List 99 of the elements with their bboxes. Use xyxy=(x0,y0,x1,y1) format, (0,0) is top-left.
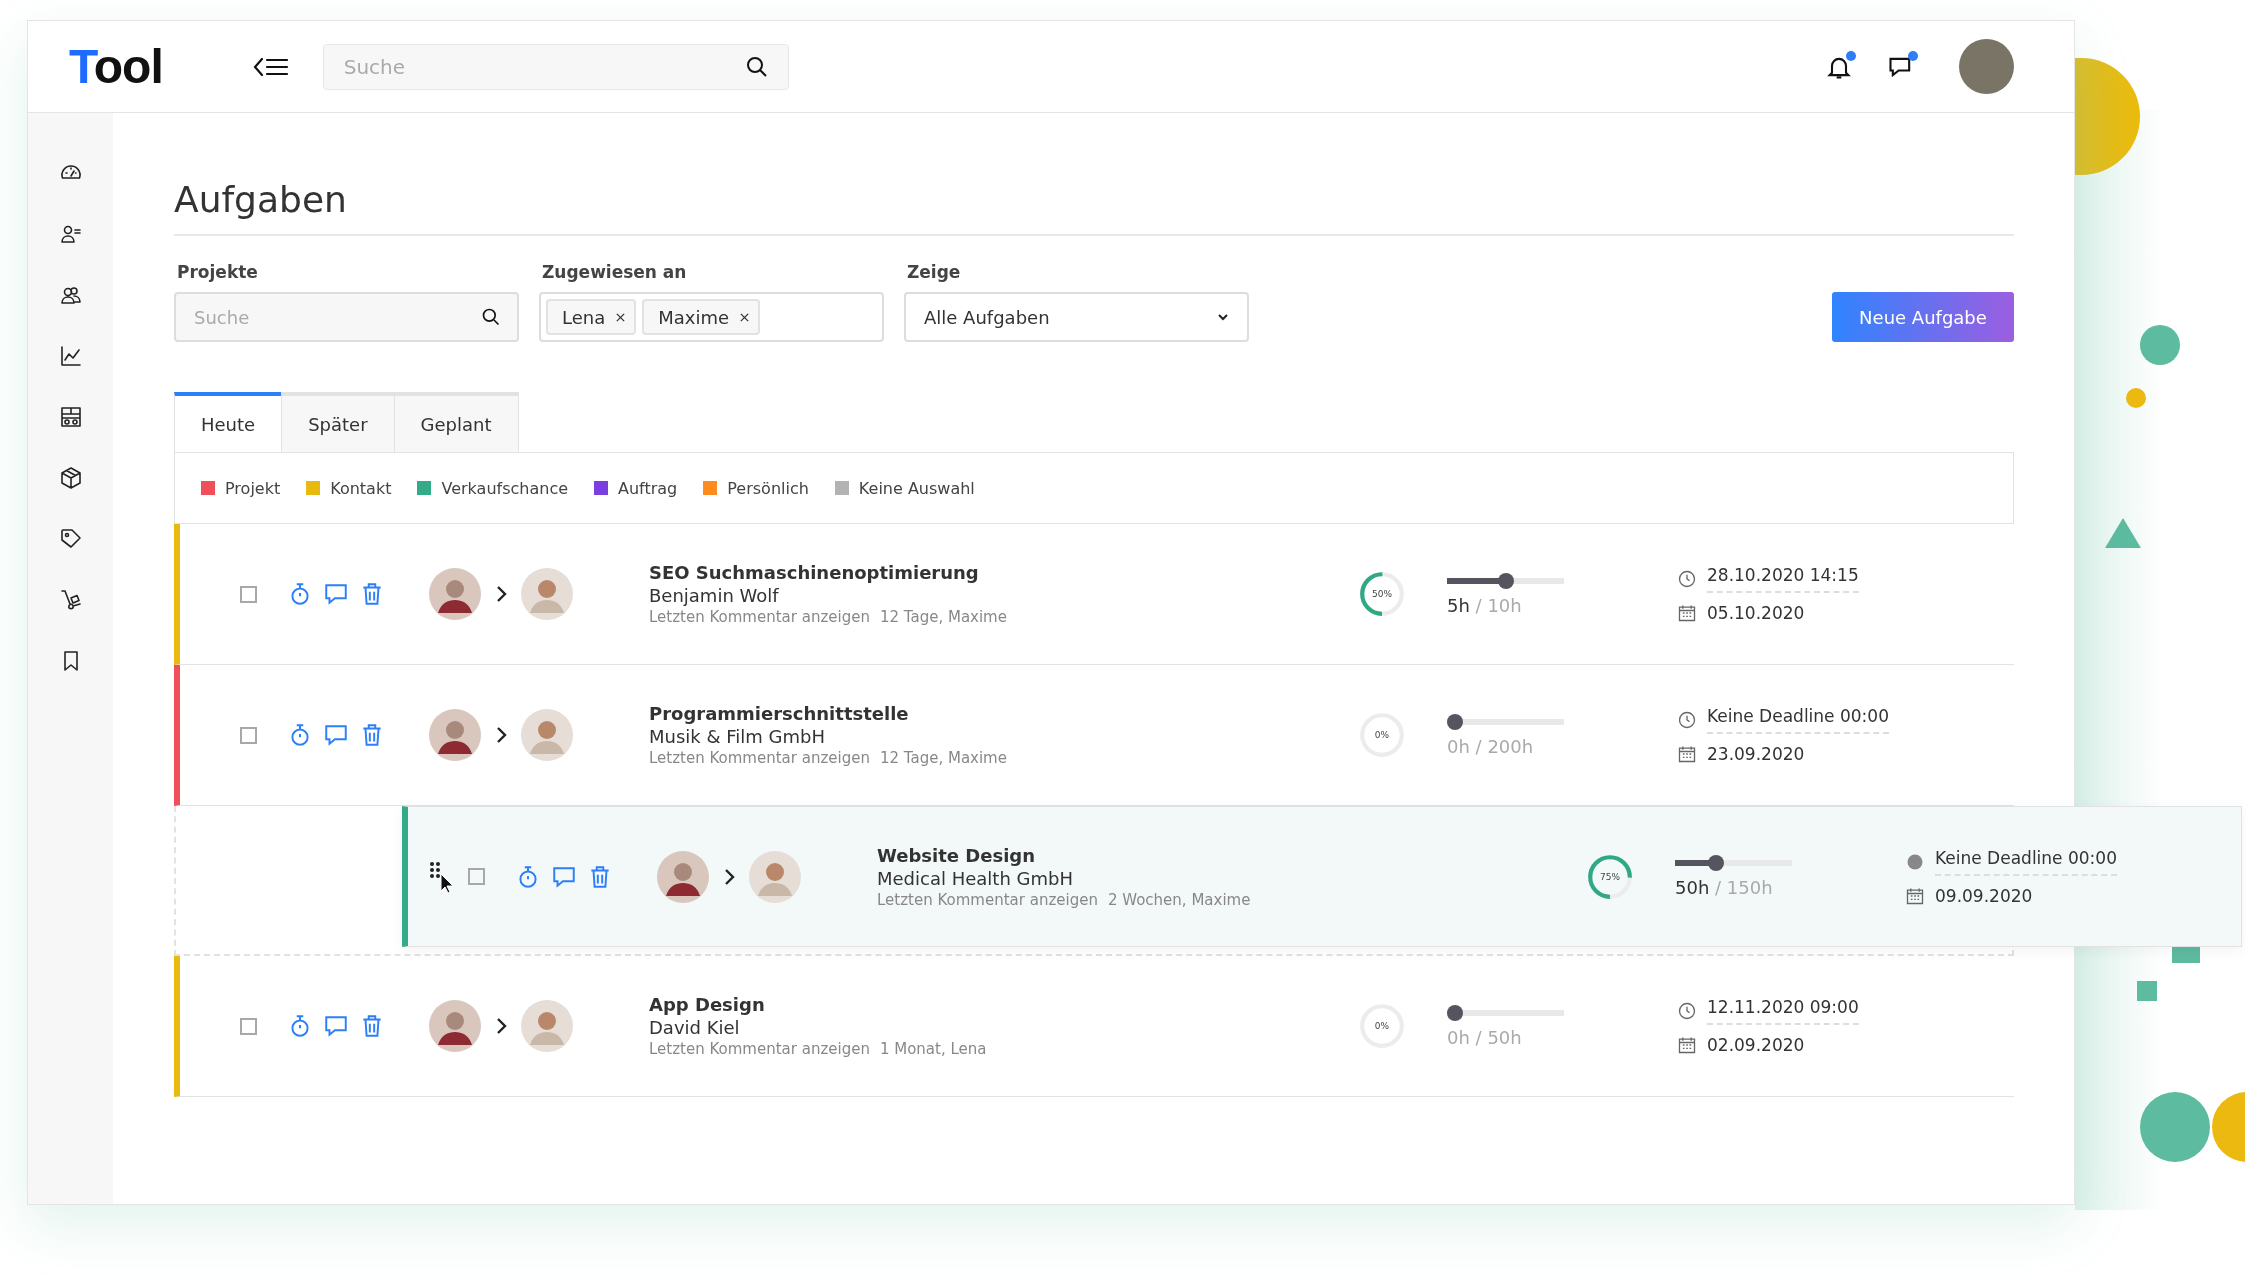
hours-slider[interactable] xyxy=(1447,572,1564,589)
avatar xyxy=(429,568,481,620)
close-icon[interactable] xyxy=(615,311,627,323)
avatar xyxy=(429,709,481,761)
progress-ring xyxy=(1357,569,1407,619)
hours-text: 0h / 200h xyxy=(1447,735,1535,757)
chevron-right-icon xyxy=(495,1016,507,1036)
chevron-right-icon xyxy=(495,725,507,745)
hours-slider[interactable] xyxy=(1447,1004,1564,1021)
line-chart-icon[interactable] xyxy=(58,344,83,368)
task-title[interactable]: SEO Suchmaschinenoptimierung xyxy=(649,562,1357,583)
comment-meta: 12 Tage, Maxime xyxy=(879,608,1007,626)
date-text: 02.09.2020 xyxy=(1707,1035,1805,1055)
comment-link[interactable]: Letzten Kommentar anzeigen xyxy=(649,1040,870,1058)
comment-link[interactable]: Letzten Kommentar anzeigen xyxy=(649,749,870,767)
avatar xyxy=(521,1000,573,1052)
task-checkbox[interactable] xyxy=(240,1017,257,1035)
avatar xyxy=(657,850,709,903)
progress-label: 0% xyxy=(1374,730,1390,740)
cube-icon[interactable] xyxy=(58,466,83,490)
legend-label: Verkaufschance xyxy=(441,478,568,498)
task-title[interactable]: Programmierschnittstelle xyxy=(649,703,1357,724)
logo[interactable]: Tool xyxy=(69,39,163,94)
tag-icon[interactable] xyxy=(58,527,83,551)
drag-handle-cursor-icon[interactable] xyxy=(428,860,452,893)
show-dropdown[interactable]: Alle Aufgaben xyxy=(904,292,1249,342)
task-client: Benjamin Wolf xyxy=(649,585,780,606)
calendar-icon xyxy=(1677,1035,1697,1055)
comment-icon[interactable] xyxy=(323,722,349,748)
clock-icon xyxy=(1677,710,1697,730)
legend-label: Projekt xyxy=(225,478,281,498)
deadline-text[interactable]: Keine Deadline 00:00 xyxy=(1707,706,1889,734)
decorative-square xyxy=(2137,981,2157,1001)
date-text: 09.09.2020 xyxy=(1935,885,2033,906)
assignee-chip[interactable]: Lena xyxy=(546,299,637,335)
task-checkbox[interactable] xyxy=(240,726,257,744)
progress-label: 0% xyxy=(1374,1021,1390,1031)
progress-label: 50% xyxy=(1372,589,1392,599)
hours-text: 50h / 150h xyxy=(1675,877,1774,898)
avatar xyxy=(521,568,573,620)
new-task-button[interactable]: Neue Aufgabe xyxy=(1832,292,2014,342)
dragged-task-card[interactable]: Website Design Medical Health GmbH Letzten Kommentar anzeigen 2 Wochen, Maxime 75% 50h / 150h Keine Deadline 00:00 09.09.2020 xyxy=(402,806,2242,947)
hand-truck-icon[interactable] xyxy=(58,588,83,612)
calendar-icon xyxy=(1677,744,1697,764)
comment-icon[interactable] xyxy=(323,581,349,607)
legend-label: Keine Auswahl xyxy=(858,478,975,498)
hours-text: 5h / 10h xyxy=(1447,594,1523,616)
hours-text: 0h / 50h xyxy=(1447,1026,1523,1048)
close-icon[interactable] xyxy=(739,311,751,323)
page-title: Aufgaben xyxy=(174,179,2014,236)
task-checkbox[interactable] xyxy=(468,868,485,885)
project-search-field[interactable]: Suche xyxy=(174,292,519,342)
tab[interactable]: Heute xyxy=(174,392,283,452)
decorative-triangle xyxy=(2105,518,2141,548)
chevron-right-icon xyxy=(495,584,507,604)
avatar xyxy=(521,709,573,761)
calendar-icon xyxy=(1677,603,1697,623)
comment-link[interactable]: Letzten Kommentar anzeigen xyxy=(649,608,870,626)
progress-label: 75% xyxy=(1600,871,1620,882)
filter-label: Zugewiesen an xyxy=(541,262,688,282)
filter-label: Projekte xyxy=(176,262,259,282)
comment-meta: 12 Tage, Maxime xyxy=(879,749,1007,767)
grid-icon[interactable] xyxy=(58,405,83,429)
legend-label: Kontakt xyxy=(330,478,392,498)
task-title[interactable]: App Design xyxy=(649,994,1357,1015)
comment-icon[interactable] xyxy=(323,1013,349,1039)
tab[interactable]: Später xyxy=(281,392,395,452)
tab[interactable]: Geplant xyxy=(393,392,519,452)
user-avatar[interactable] xyxy=(1959,39,2014,94)
comment-meta: 1 Monat, Lena xyxy=(879,1040,987,1058)
date-text: 23.09.2020 xyxy=(1707,744,1805,764)
clock-icon xyxy=(1677,569,1697,589)
legend-label: Auftrag xyxy=(618,478,678,498)
chevron-right-icon xyxy=(723,866,735,887)
decorative-circle xyxy=(2140,325,2180,365)
avatar xyxy=(429,1000,481,1052)
deadline-text[interactable]: 28.10.2020 14:15 xyxy=(1707,565,1859,593)
legend-label: Persönlich xyxy=(727,478,809,498)
task-client: David Kiel xyxy=(649,1017,741,1038)
assignee-field[interactable]: Lena Maxime xyxy=(539,292,884,342)
task-checkbox[interactable] xyxy=(240,585,257,603)
comment-meta: 2 Wochen, Maxime xyxy=(1107,890,1251,909)
avatar xyxy=(749,850,801,903)
clock-icon xyxy=(1677,1001,1697,1021)
hours-slider[interactable] xyxy=(1447,713,1564,730)
date-text: 05.10.2020 xyxy=(1707,603,1805,623)
task-client: Medical Health GmbH xyxy=(877,867,1074,889)
task-title[interactable]: Website Design xyxy=(877,844,1585,866)
deadline-text[interactable]: 12.11.2020 09:00 xyxy=(1707,997,1859,1025)
task-client: Musik & Film GmbH xyxy=(649,726,826,747)
chevron-down-icon xyxy=(1217,313,1229,321)
deadline-text[interactable]: Keine Deadline 00:00 xyxy=(1935,847,2117,876)
decorative-dot xyxy=(2126,388,2146,408)
search-field[interactable]: Suche xyxy=(322,43,789,90)
search-icon[interactable] xyxy=(481,307,501,327)
hours-slider[interactable] xyxy=(1675,855,1792,871)
assignee-chip[interactable]: Maxime xyxy=(642,299,761,335)
search-icon[interactable] xyxy=(744,54,769,79)
filter-label: Zeige xyxy=(906,262,962,282)
